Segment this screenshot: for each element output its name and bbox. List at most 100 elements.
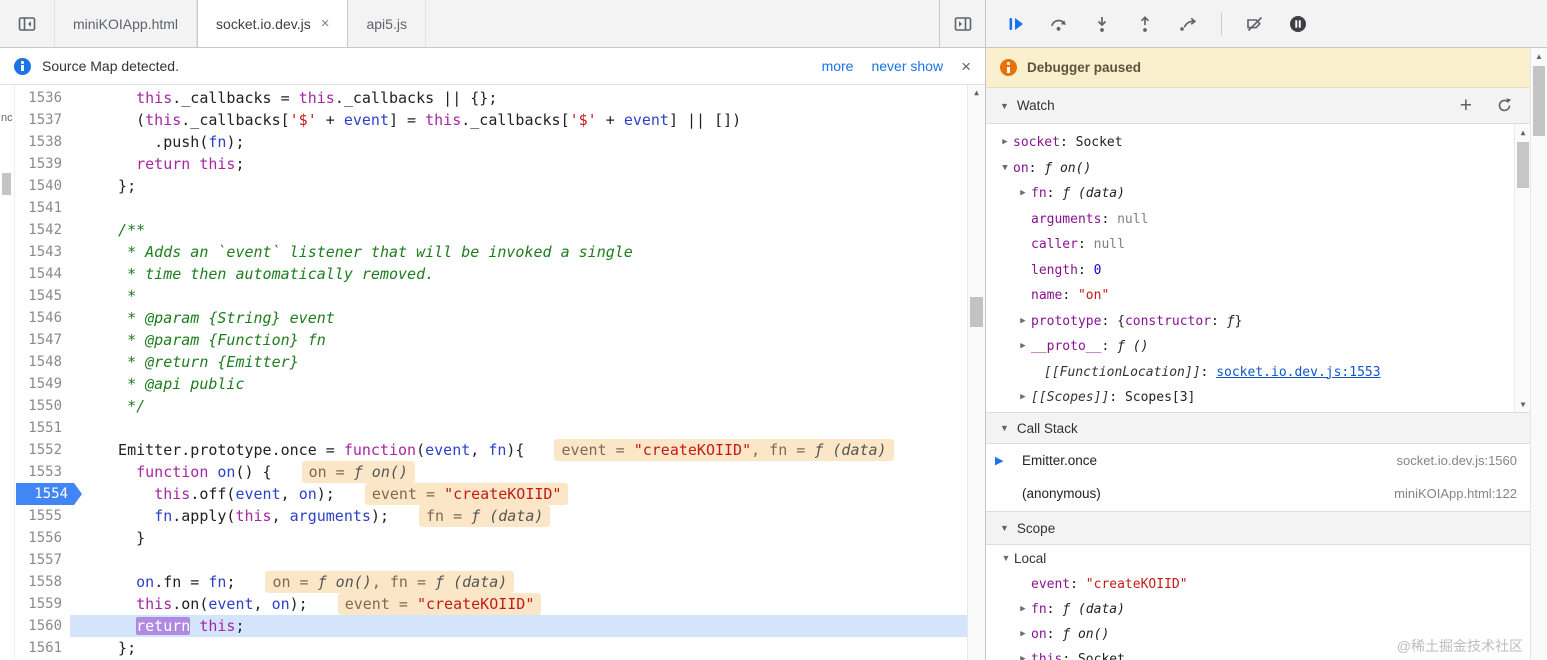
scroll-down-icon[interactable]: ▼ [1515,396,1531,412]
toggle-sidebar-button[interactable] [939,0,985,47]
call-stack-frame[interactable]: ▶ Emitter.once socket.io.dev.js:1560 [986,444,1531,477]
line-number[interactable]: 1557 [14,549,70,571]
line-number[interactable]: 1551 [14,417,70,439]
code-text[interactable]: /** [70,219,968,241]
deactivate-breakpoints-button[interactable] [1245,14,1265,34]
tab-socket.io.dev.js[interactable]: socket.io.dev.js × [197,0,349,47]
watch-scroll-thumb[interactable] [1517,142,1529,188]
line-number[interactable]: 1561 [14,637,70,659]
line-number[interactable]: 1539 [14,153,70,175]
line-number[interactable]: 1545 [14,285,70,307]
scope-section-header[interactable]: ▼ Scope [986,511,1531,545]
line-number[interactable]: 1538 [14,131,70,153]
resume-button[interactable] [1006,14,1026,34]
watch-scrollbar[interactable]: ▲ ▼ [1514,124,1531,412]
code-text[interactable]: * @return {Emitter} [70,351,968,373]
step-over-button[interactable] [1049,14,1069,34]
watch-section-header[interactable]: ▼ Watch + [986,88,1531,124]
code-text[interactable]: function on() {on = ƒ on() [70,461,968,483]
code-text[interactable] [70,417,968,439]
code-text[interactable]: }; [70,637,968,659]
code-text[interactable]: on.fn = fn; on = ƒ on(), fn = ƒ (data) [70,571,968,593]
watch-item[interactable]: caller: null [986,232,1531,258]
line-number[interactable]: 1555 [14,505,70,527]
watch-item[interactable]: length: 0 [986,258,1531,284]
watch-item[interactable]: ▶ [[Scopes]]: Scopes[3] [986,385,1531,411]
code-text[interactable]: this.off(event, on); event = "createKOIID… [70,483,968,505]
collapse-arrow-icon[interactable]: ▼ [1000,523,1009,533]
expand-arrow-icon[interactable]: ▶ [1017,597,1029,622]
code-text[interactable]: this._callbacks = this._callbacks || {}; [70,87,968,109]
line-number[interactable]: 1560 [14,615,70,637]
code-text[interactable]: * Adds an `event` listener that will be … [70,241,968,263]
editor-scrollbar[interactable]: ▲ [967,85,985,660]
expand-arrow-icon[interactable]: ▶ [999,130,1011,156]
code-text[interactable]: */ [70,395,968,417]
watch-item[interactable]: arguments: null [986,207,1531,233]
line-number[interactable]: 1548 [14,351,70,373]
watch-item[interactable]: ▶ __proto__: ƒ () [986,334,1531,360]
code-text[interactable]: (this._callbacks['$' + event] = this._ca… [70,109,968,131]
tab-api5.js[interactable]: api5.js [348,0,426,47]
code-text[interactable]: } [70,527,968,549]
edge-scroll-thumb[interactable] [2,173,11,195]
expand-arrow-icon[interactable]: ▶ [1017,181,1029,207]
infobar-never-show-link[interactable]: never show [871,58,943,74]
code-text[interactable] [70,197,968,219]
infobar-close-icon[interactable]: × [961,58,971,75]
code-text[interactable]: * time then automatically removed. [70,263,968,285]
add-watch-expression-icon[interactable]: + [1460,95,1472,116]
line-number[interactable]: 1559 [14,593,70,615]
scroll-up-icon[interactable]: ▲ [1515,124,1531,140]
sidebar-scroll-thumb[interactable] [1533,66,1545,136]
line-number[interactable]: 1546 [14,307,70,329]
toggle-navigator-button[interactable] [0,0,55,47]
line-number[interactable]: 1556 [14,527,70,549]
line-number[interactable]: 1541 [14,197,70,219]
line-number[interactable]: 1543 [14,241,70,263]
call-stack-section-header[interactable]: ▼ Call Stack [986,412,1531,444]
line-number[interactable]: 1540 [14,175,70,197]
code-text[interactable]: * [70,285,968,307]
collapse-arrow-icon[interactable]: ▼ [1000,101,1009,111]
watch-item[interactable]: name: "on" [986,283,1531,309]
call-stack-frame[interactable]: (anonymous) miniKOIApp.html:122 [986,477,1531,510]
code-text[interactable]: fn.apply(this, arguments); fn = ƒ (data) [70,505,968,527]
code-text[interactable]: Emitter.prototype.once = function(event,… [70,439,968,461]
code-text[interactable]: * @param {Function} fn [70,329,968,351]
step-into-button[interactable] [1092,14,1112,34]
code-text[interactable]: this.on(event, on); event = "createKOIID" [70,593,968,615]
line-number[interactable]: 1537 [14,109,70,131]
code-text[interactable]: return this; [70,153,968,175]
code-text[interactable]: return this; [70,615,968,637]
watch-item[interactable]: ▶ prototype: {constructor: ƒ} [986,309,1531,335]
breakpoint-gutter[interactable]: 1554 [14,483,70,505]
pause-on-exceptions-button[interactable] [1288,14,1308,34]
source-location-link[interactable]: socket.io.dev.js:1553 [1216,365,1380,380]
collapse-arrow-icon[interactable]: ▼ [1000,423,1009,433]
scope-item[interactable]: ▶ this: Socket [986,647,1531,660]
line-number[interactable]: 1558 [14,571,70,593]
watch-item[interactable]: ▼ on: ƒ on() [986,156,1531,182]
line-number[interactable]: 1549 [14,373,70,395]
line-number[interactable]: 1553 [14,461,70,483]
expand-arrow-icon[interactable]: ▶ [1017,622,1029,647]
expand-arrow-icon[interactable]: ▶ [1017,647,1029,660]
editor-scroll-thumb[interactable] [970,297,983,327]
scroll-up-icon[interactable]: ▲ [1531,48,1547,64]
expand-arrow-icon[interactable]: ▶ [1017,334,1029,360]
line-number[interactable]: 1544 [14,263,70,285]
scope-item[interactable]: ▶ on: ƒ on() [986,622,1531,647]
code-text[interactable] [70,549,968,571]
collapse-arrow-icon[interactable]: ▼ [1000,545,1012,572]
line-number[interactable]: 1542 [14,219,70,241]
expand-arrow-icon[interactable]: ▶ [1017,309,1029,335]
watch-item[interactable]: [[FunctionLocation]]: socket.io.dev.js:1… [986,360,1531,386]
watch-item[interactable]: ▶ socket: Socket [986,130,1531,156]
scope-item[interactable]: ▶ fn: ƒ (data) [986,597,1531,622]
code-text[interactable]: * @api public [70,373,968,395]
infobar-more-link[interactable]: more [822,58,854,74]
scroll-up-icon[interactable]: ▲ [968,85,985,101]
scope-item[interactable]: event: "createKOIID" [986,572,1531,597]
line-number[interactable]: 1550 [14,395,70,417]
